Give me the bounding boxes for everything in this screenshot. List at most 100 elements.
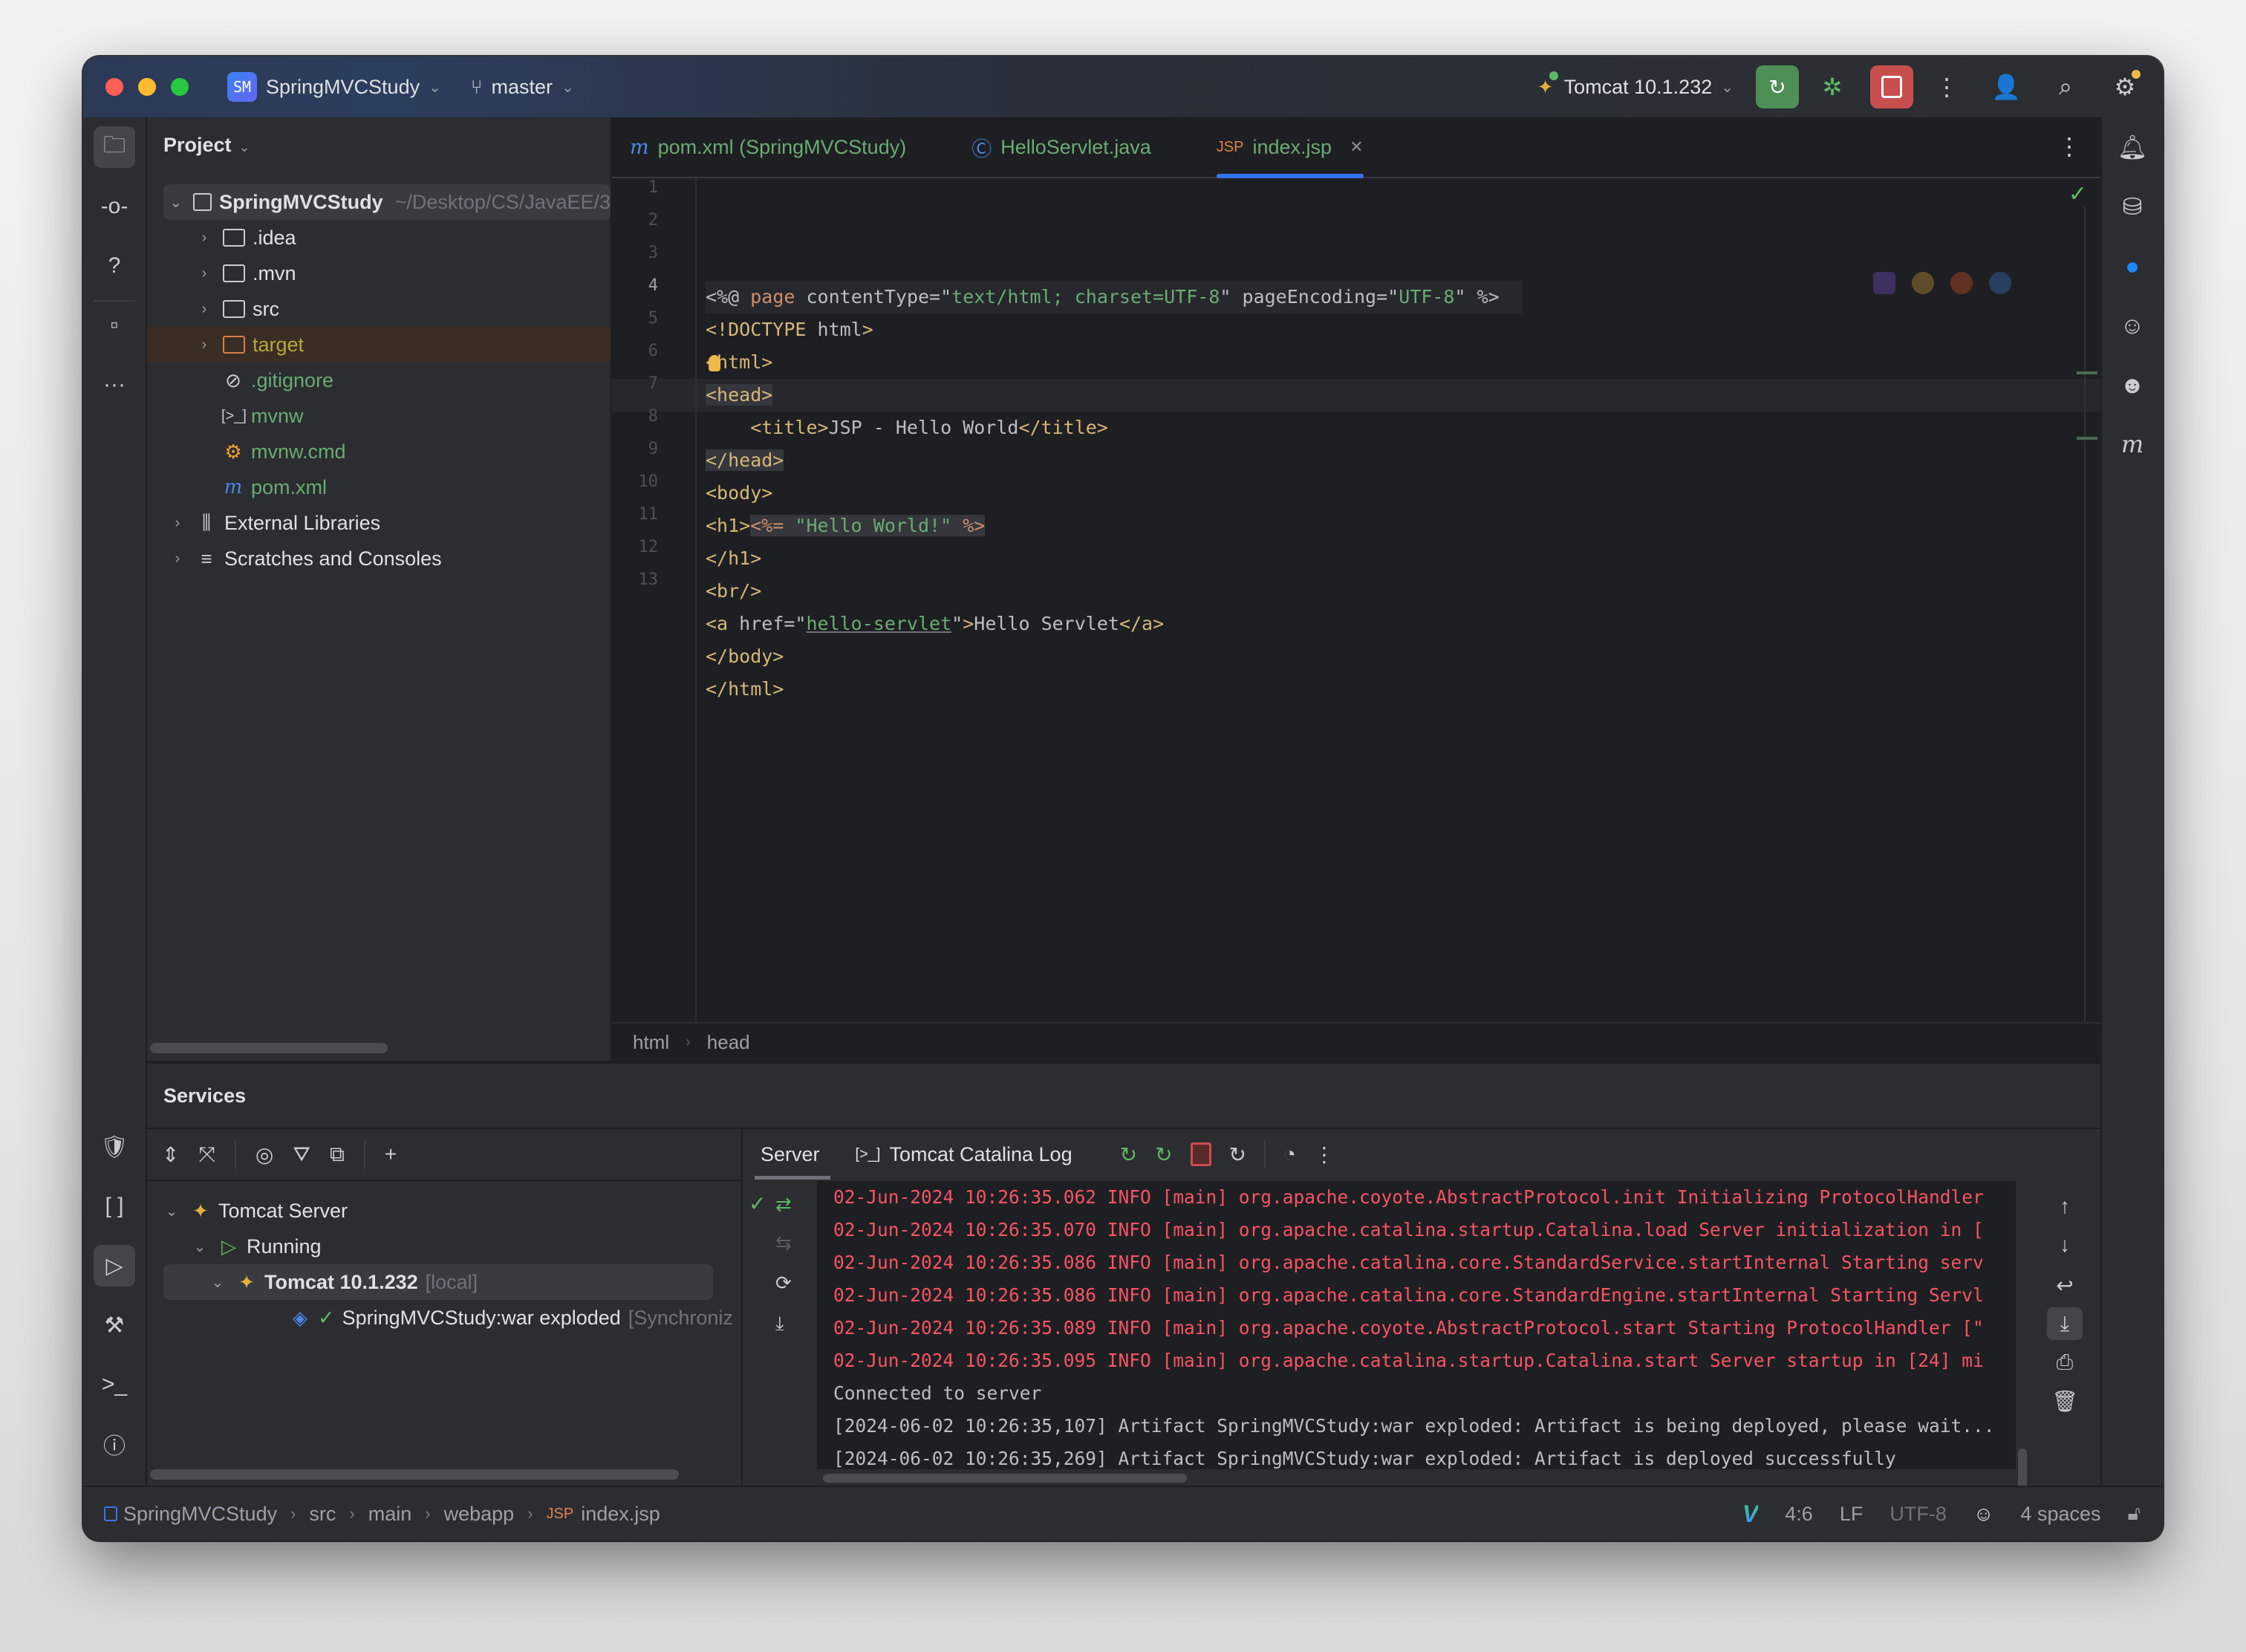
tree-item-mvnw-cmd[interactable]: ⚙ mvnw.cmd (147, 434, 611, 469)
maven-tool-icon[interactable]: m (2112, 423, 2153, 465)
commit-tool-button[interactable]: -o- (94, 186, 135, 227)
code-line-6[interactable]: </head> (706, 444, 784, 477)
search-button[interactable]: ⌕ (2044, 73, 2087, 101)
scroll-up-icon[interactable]: ↑ (2047, 1190, 2083, 1223)
ai-assistant-help-button[interactable]: ? (94, 245, 135, 287)
dump-threads-icon[interactable]: ⤓ (775, 1312, 784, 1336)
code-line-11[interactable]: <a href="hello-servlet">Hello Servlet</a… (706, 608, 1164, 640)
code-with-me-button[interactable]: 👤 (1985, 73, 2028, 101)
refresh-button[interactable]: ↻ (1229, 1142, 1246, 1167)
notifications-bell-icon[interactable]: 🔔︎ (2112, 126, 2153, 168)
zoom-window-button[interactable] (171, 78, 189, 96)
tab-pom-xml[interactable]: m pom.xml (SpringMVCStudy) (612, 117, 924, 177)
vue-icon[interactable]: V (1742, 1500, 1758, 1528)
stop-server-button[interactable] (1190, 1142, 1211, 1166)
read-only-lock-icon[interactable]: 🔓︎ (2128, 1502, 2141, 1526)
tree-item-mvnw[interactable]: [>_] mvnw (147, 398, 611, 434)
code-line-13[interactable]: </html> (706, 673, 784, 706)
more-options-button[interactable]: ⋮ (1314, 1142, 1335, 1167)
tree-item-pom[interactable]: m pom.xml (147, 469, 611, 505)
project-tool-button[interactable]: 🗀 (94, 126, 135, 168)
rerun-button[interactable]: ↻ (1756, 65, 1799, 108)
firefox-icon[interactable] (1950, 272, 1973, 294)
tree-item-gitignore[interactable]: ⊘ .gitignore (147, 362, 611, 398)
filter-button[interactable]: ⛛ (293, 1142, 310, 1167)
deploy-all-icon[interactable]: ⇄ (775, 1193, 792, 1216)
rerun-server-button[interactable]: ↻ (1120, 1142, 1137, 1167)
print-icon[interactable]: ⎙ (2047, 1346, 2083, 1379)
more-actions-button[interactable]: ⋮ (1925, 73, 1968, 101)
tab-hello-servlet[interactable]: Ⓒ HelloServlet.java (954, 117, 1169, 177)
tree-item-project-root[interactable]: ⌄ SpringMVCStudy ~/Desktop/CS/JavaEE/3 (163, 184, 611, 220)
chrome-icon[interactable] (1912, 272, 1934, 294)
tree-item-idea[interactable]: › .idea (147, 220, 611, 256)
line-separator[interactable]: LF (1840, 1503, 1863, 1526)
add-service-button[interactable]: + (385, 1142, 397, 1166)
cursor-position[interactable]: 4:6 (1785, 1503, 1813, 1526)
copilot-status-icon[interactable]: ☺ (1973, 1503, 1994, 1526)
structure-tool-button[interactable]: ▫ (94, 305, 135, 346)
database-icon[interactable]: ⛁ (2112, 186, 2153, 227)
tree-item-external-libraries[interactable]: › ⫼ External Libraries (147, 505, 611, 541)
services-tool-button[interactable]: ▷ (94, 1245, 135, 1287)
svc-artifact[interactable]: ◈ ✓ SpringMVCStudy:war exploded [Synchro… (281, 1300, 733, 1336)
svc-running[interactable]: ⌄ ▷ Running (190, 1229, 322, 1264)
run-config-selector[interactable]: ✦ Tomcat 10.1.232 ⌄ (1537, 71, 1734, 99)
copilot-chat-icon[interactable]: ☻ (2112, 364, 2153, 406)
project-panel-title[interactable]: Project ⌄ (163, 134, 250, 157)
profiler-button[interactable]: ◔ (1283, 1142, 1296, 1166)
tree-item-src[interactable]: › src (147, 291, 611, 327)
new-tab-button[interactable]: ⧉ (330, 1142, 345, 1167)
close-tab-icon[interactable]: ✕ (1350, 137, 1363, 157)
project-badge[interactable]: SM (227, 72, 257, 102)
intellij-browser-icon[interactable] (1873, 272, 1895, 294)
code-line-4[interactable]: <head> (706, 379, 773, 412)
json-tool-button[interactable]: [ ] (94, 1186, 135, 1227)
stop-button[interactable] (1870, 65, 1913, 108)
scroll-to-end-icon[interactable]: ⤓ (2047, 1307, 2083, 1340)
problems-tool-button[interactable]: ⓘ (94, 1423, 135, 1465)
indent-setting[interactable]: 4 spaces (2020, 1503, 2100, 1526)
code-line-8[interactable]: <h1><%= "Hello World!" %> (706, 510, 986, 542)
terminal-tool-button[interactable]: >_ (94, 1364, 135, 1405)
no-problems-check-icon[interactable]: ✓ (2068, 181, 2087, 207)
code-line-9[interactable]: </h1> (706, 542, 761, 575)
tab-index-jsp[interactable]: JSP index.jsp ✕ (1199, 117, 1381, 178)
debug-button[interactable]: ✲ (1811, 73, 1854, 101)
debug-rerun-button[interactable]: ↻ (1155, 1142, 1172, 1167)
project-selector[interactable]: SpringMVCStudy (266, 76, 420, 99)
services-tree-scrollbar[interactable] (150, 1469, 679, 1480)
svc-tomcat-instance[interactable]: ⌄ ✦ Tomcat 10.1.232 [local] (163, 1264, 713, 1300)
chat-icon[interactable]: ● (2112, 245, 2153, 287)
minimize-window-button[interactable] (138, 78, 156, 96)
build-tool-button[interactable]: ⚒ (94, 1304, 135, 1346)
undeploy-icon[interactable]: ⇆ (775, 1232, 792, 1255)
breadcrumb-item[interactable]: index.jsp (581, 1503, 660, 1526)
scroll-down-icon[interactable]: ↓ (2047, 1229, 2083, 1261)
tree-item-scratches[interactable]: › ≡ Scratches and Consoles (147, 541, 611, 576)
goland-plugin-icon[interactable]: 🛡 (94, 1126, 135, 1168)
breadcrumb-item[interactable]: main (368, 1503, 412, 1526)
soft-wrap-icon[interactable]: ↩ (2047, 1269, 2083, 1301)
editor-scroll-track[interactable] (2084, 206, 2086, 1024)
svc-tomcat-server[interactable]: ⌄ ✦ Tomcat Server (162, 1193, 348, 1229)
code-line-10[interactable]: <br/> (706, 575, 761, 608)
branch-selector[interactable]: master (491, 76, 553, 99)
console-horizontal-scrollbar[interactable] (817, 1469, 2016, 1487)
close-window-button[interactable] (105, 78, 123, 96)
scrollbar-thumb[interactable] (2018, 1448, 2027, 1487)
more-tools-button[interactable]: ··· (94, 364, 135, 406)
breadcrumb-item[interactable]: SpringMVCStudy (123, 1503, 277, 1526)
expand-all-button[interactable]: ⇕ (162, 1142, 179, 1167)
scrollbar-thumb[interactable] (823, 1474, 1187, 1483)
tab-server[interactable]: Server (743, 1129, 838, 1180)
copilot-icon[interactable]: ☺ (2112, 305, 2153, 346)
breadcrumb-item[interactable]: webapp (444, 1503, 515, 1526)
project-panel-scrollbar[interactable] (150, 1043, 388, 1053)
tab-options-button[interactable]: ⋮ (2057, 132, 2081, 160)
view-options-button[interactable]: ◎ (255, 1142, 273, 1167)
intention-bulb-icon[interactable] (709, 355, 720, 371)
tab-catalina-log[interactable]: [>_] Tomcat Catalina Log (838, 1129, 1090, 1180)
breadcrumb-item[interactable]: src (309, 1503, 336, 1526)
safari-icon[interactable] (1989, 272, 2011, 294)
